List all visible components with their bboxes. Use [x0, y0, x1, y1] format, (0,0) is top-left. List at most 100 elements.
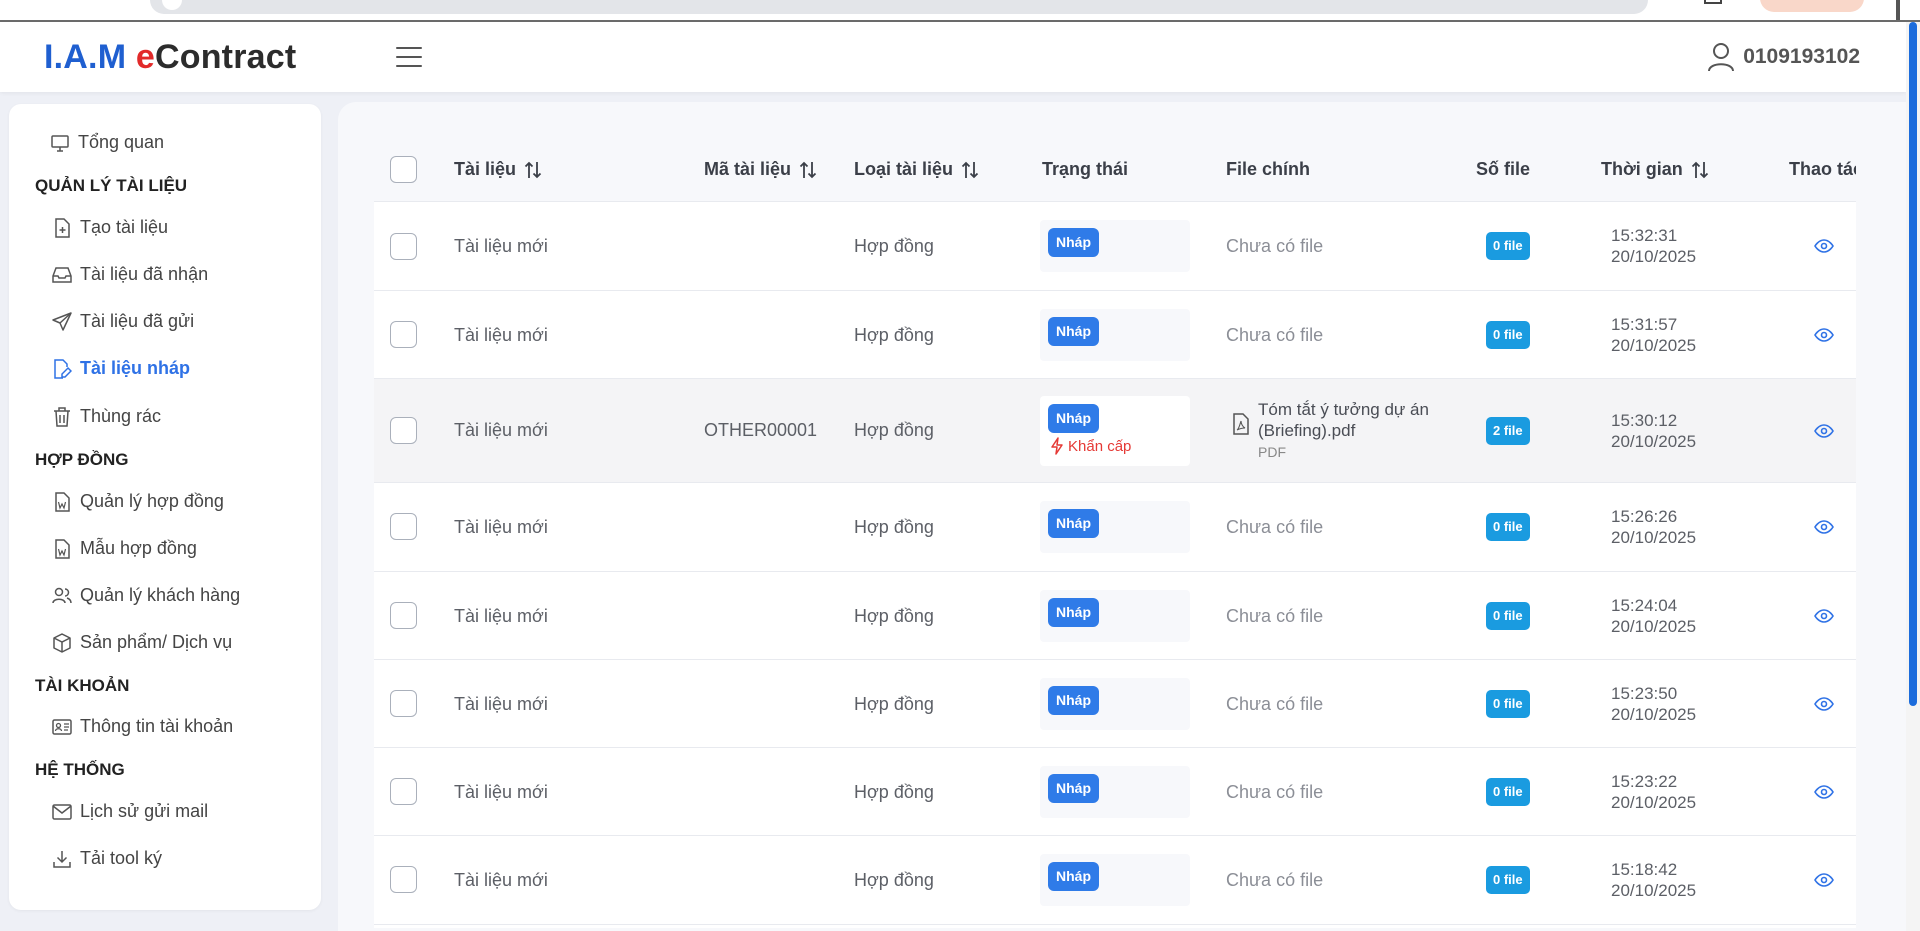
view-eye-icon[interactable]: [1814, 236, 1834, 256]
time-cell: 15:30:12 20/10/2025: [1611, 410, 1696, 452]
browser-address-bar[interactable]: [150, 0, 1648, 14]
sidebar-item-mail-history[interactable]: Lịch sử gửi mail: [52, 801, 208, 822]
section-title-system: HỆ THỐNG: [35, 760, 125, 779]
main-content: Tài liệu Mã tài liệu Loại tài liệu Trạng…: [338, 102, 1906, 931]
main-file-empty: Chưa có file: [1226, 236, 1324, 256]
date-value: 20/10/2025: [1611, 528, 1697, 547]
page-scrollbar[interactable]: [1906, 22, 1920, 931]
user-menu[interactable]: 0109193102: [1707, 42, 1860, 72]
column-header-status: Trạng thái: [1042, 159, 1129, 179]
file-count-badge: 0 file: [1486, 778, 1530, 806]
status-badge: Nháp: [1048, 598, 1099, 627]
select-all-checkbox[interactable]: [390, 156, 417, 183]
column-header-document[interactable]: Tài liệu: [454, 159, 542, 180]
sidebar-item-account-info[interactable]: Thông tin tài khoản: [52, 716, 233, 737]
column-header-actions: Thao tác: [1789, 159, 1856, 179]
time-value: 15:23:22: [1611, 772, 1678, 791]
section-title-contracts: HỢP ĐỒNG: [35, 450, 129, 469]
table-row[interactable]: Tài liệu mới Hợp đồng Nháp Chưa có file …: [374, 572, 1856, 660]
document-name[interactable]: Tài liệu mới: [454, 870, 548, 891]
browser-edge: [1896, 0, 1900, 22]
column-header-type[interactable]: Loại tài liệu: [854, 159, 979, 180]
column-header-code[interactable]: Mã tài liệu: [704, 159, 817, 180]
view-eye-icon[interactable]: [1814, 870, 1834, 890]
view-eye-icon[interactable]: [1814, 517, 1834, 537]
document-name[interactable]: Tài liệu mới: [454, 236, 548, 257]
section-title-documents: QUẢN LÝ TÀI LIỆU: [35, 176, 188, 195]
file-count-badge: 0 file: [1486, 321, 1530, 349]
row-checkbox[interactable]: [390, 417, 417, 444]
document-code: OTHER00001: [704, 420, 818, 440]
table-row[interactable]: Tài liệu mới Hợp đồng Nháp Chưa có file …: [374, 836, 1856, 925]
browser-toolbar-icon[interactable]: [1704, 0, 1722, 4]
view-eye-icon[interactable]: [1814, 694, 1834, 714]
sidebar-item-create-document[interactable]: Tạo tài liệu: [52, 217, 168, 238]
scrollbar-thumb[interactable]: [1909, 22, 1917, 706]
sort-icon[interactable]: [799, 160, 817, 180]
column-header-time[interactable]: Thời gian: [1601, 159, 1709, 180]
view-eye-icon[interactable]: [1814, 782, 1834, 802]
row-checkbox[interactable]: [390, 778, 417, 805]
document-type: Hợp đồng: [854, 694, 934, 714]
row-checkbox[interactable]: [390, 602, 417, 629]
sidebar-item-draft-documents[interactable]: Tài liệu nháp: [52, 358, 190, 379]
row-checkbox[interactable]: [390, 233, 417, 260]
lightning-icon: [1050, 437, 1064, 455]
table-row[interactable]: Tài liệu mới Hợp đồng Nháp Chưa có file …: [374, 660, 1856, 748]
row-checkbox[interactable]: [390, 513, 417, 540]
hamburger-menu-icon[interactable]: [394, 44, 424, 70]
sidebar-item-overview[interactable]: Tổng quan: [50, 132, 164, 153]
row-checkbox[interactable]: [390, 321, 417, 348]
sidebar-item-label: Sản phẩm/ Dịch vụ: [80, 632, 233, 652]
sidebar-item-trash[interactable]: Thùng rác: [52, 406, 161, 427]
view-eye-icon[interactable]: [1814, 606, 1834, 626]
sidebar-item-received-documents[interactable]: Tài liệu đã nhận: [52, 264, 208, 285]
main-file-empty: Chưa có file: [1226, 325, 1324, 345]
table-row[interactable]: Tài liệu mới Hợp đồng Nháp Chưa có file …: [374, 483, 1856, 572]
time-cell: 15:18:42 20/10/2025: [1611, 859, 1696, 901]
table-row[interactable]: Tài liệu mới Hợp đồng Nháp Chưa có file …: [374, 748, 1856, 836]
sidebar-item-download-tool[interactable]: Tải tool ký: [52, 848, 162, 869]
document-name[interactable]: Tài liệu mới: [454, 420, 548, 441]
sidebar-item-label: Tổng quan: [78, 132, 165, 152]
table-row[interactable]: Tài liệu mới OTHER00001 Hợp đồng Nháp Kh…: [374, 379, 1856, 483]
sort-icon[interactable]: [1691, 160, 1709, 180]
sort-icon[interactable]: [961, 160, 979, 180]
document-name[interactable]: Tài liệu mới: [454, 325, 548, 346]
document-name[interactable]: Tài liệu mới: [454, 517, 548, 538]
row-checkbox[interactable]: [390, 866, 417, 893]
browser-profile-button[interactable]: [1760, 0, 1864, 12]
view-eye-icon[interactable]: [1814, 325, 1834, 345]
row-checkbox[interactable]: [390, 690, 417, 717]
sidebar-item-label: Tài liệu đã nhận: [80, 264, 209, 284]
sidebar-item-products-services[interactable]: Sản phẩm/ Dịch vụ: [52, 632, 232, 653]
site-info-icon[interactable]: [162, 0, 182, 10]
sidebar-item-contract-management[interactable]: Quản lý hợp đồng: [52, 491, 224, 512]
sidebar-item-sent-documents[interactable]: Tài liệu đã gửi: [52, 311, 194, 332]
document-name[interactable]: Tài liệu mới: [454, 694, 548, 715]
table-row[interactable]: Tài liệu mới Hợp đồng Nháp Chưa có file …: [374, 291, 1856, 379]
sidebar-item-contract-templates[interactable]: Mẫu hợp đồng: [52, 538, 197, 559]
sort-icon[interactable]: [524, 160, 542, 180]
document-name[interactable]: Tài liệu mới: [454, 782, 548, 803]
file-word-icon: [52, 491, 72, 512]
main-file-empty: Chưa có file: [1226, 782, 1324, 802]
date-value: 20/10/2025: [1611, 432, 1697, 451]
time-cell: 15:32:31 20/10/2025: [1611, 225, 1696, 267]
app-logo[interactable]: I.A.M eContract: [44, 38, 296, 77]
status-cell: Nháp: [1040, 766, 1190, 818]
status-cell: Nháp: [1040, 501, 1190, 553]
table-row[interactable]: Tài liệu mới Hợp đồng Nháp Chưa có file …: [374, 202, 1856, 291]
time-cell: 15:23:22 20/10/2025: [1611, 771, 1696, 813]
main-file-empty: Chưa có file: [1226, 694, 1324, 714]
column-label: Loại tài liệu: [854, 159, 954, 179]
sidebar-item-customer-management[interactable]: Quản lý khách hàng: [52, 585, 240, 606]
time-value: 15:26:26: [1611, 507, 1678, 526]
document-name[interactable]: Tài liệu mới: [454, 606, 548, 627]
document-type: Hợp đồng: [854, 782, 934, 802]
main-file-name[interactable]: Tóm tắt ý tưởng dự án (Briefing).pdf: [1258, 399, 1448, 441]
status-badge: Nháp: [1048, 317, 1099, 346]
time-value: 15:18:42: [1611, 860, 1678, 879]
main-file-link[interactable]: Tóm tắt ý tưởng dự án (Briefing).pdf PDF: [1232, 399, 1448, 460]
view-eye-icon[interactable]: [1814, 421, 1834, 441]
